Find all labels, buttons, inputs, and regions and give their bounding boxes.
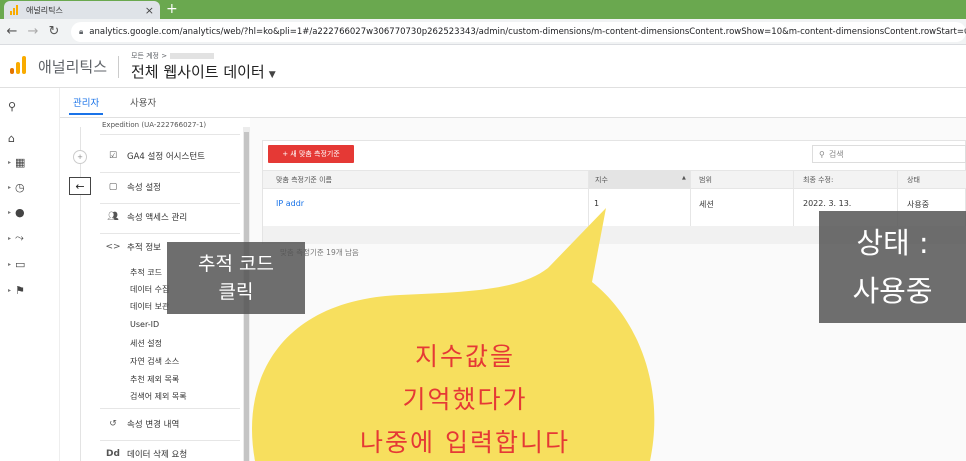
search-icon: ⚲: [819, 149, 825, 159]
callout-status-line2: 사용중: [852, 274, 933, 308]
column-header-name[interactable]: 맞춤 측정기준 이름: [276, 175, 332, 185]
behavior-icon[interactable]: ▸ ▭: [8, 257, 30, 271]
header-divider: [118, 56, 119, 78]
sub-item-search-term-exclusion[interactable]: 검색어 제외 목록: [130, 391, 187, 402]
history-icon: ↺: [109, 419, 117, 429]
nav-separator: [100, 408, 240, 409]
property-name: 전체 웹사이트 데이터: [131, 63, 265, 81]
browser-tab[interactable]: 애널리틱스 ×: [4, 1, 160, 19]
back-arrow-button[interactable]: ←: [69, 177, 91, 195]
add-circle-icon[interactable]: +: [73, 150, 87, 164]
callout-track-line2: 클릭: [218, 281, 254, 303]
account-breadcrumb[interactable]: 모든 계정 >: [131, 51, 215, 61]
back-arrow-icon[interactable]: ←: [3, 24, 21, 39]
sub-item-session-settings[interactable]: 세션 설정: [130, 338, 162, 349]
search-icon[interactable]: ⚲: [8, 99, 30, 113]
left-rail: ⚲ ⌂ ▸ ▦ ▸ ◷ ▸ ● ▸ ⤳ ▸ ▭ ▸ ⚑: [0, 88, 60, 461]
caret-down-icon: ▼: [268, 70, 276, 80]
browser-tab-strip: 애널리틱스 × +: [0, 0, 966, 19]
column-header-scope[interactable]: 범위: [699, 175, 712, 185]
url-input[interactable]: 🔒︎ analytics.google.com/analytics/web/?h…: [71, 21, 966, 42]
dimension-index: 1: [594, 199, 600, 208]
sub-item-data-retention[interactable]: 데이터 보관: [130, 301, 169, 312]
conversions-flag-icon[interactable]: ▸ ⚑: [8, 283, 30, 297]
nav-item-property-settings[interactable]: ▢ 속성 설정: [105, 181, 161, 193]
nav-item-ga4-assistant[interactable]: ☑ GA4 설정 어시스턴트: [105, 150, 205, 162]
nav-separator: [100, 203, 240, 204]
nav-separator: [100, 440, 240, 441]
nav-separator: [100, 134, 240, 135]
browser-tab-title: 애널리틱스: [26, 5, 63, 15]
url-text: analytics.google.com/analytics/web/?hl=k…: [89, 26, 966, 37]
nav-separator: [100, 172, 240, 173]
column-divider: [690, 170, 691, 226]
dimension-modified: 2022. 3. 13.: [803, 199, 852, 208]
bubble-text-line1: 지수값을: [414, 342, 515, 371]
app-name: 애널리틱스: [38, 58, 108, 76]
bubble-text-line3: 나중에 입력합니다: [360, 428, 570, 457]
callout-track-line1: 추적 코드: [198, 253, 274, 275]
dimension-scope: 세션: [699, 200, 714, 209]
address-bar: ← → ↻ 🔒︎ analytics.google.com/analytics/…: [0, 19, 966, 45]
reload-icon[interactable]: ↻: [45, 24, 63, 39]
window-icon: ▢: [108, 182, 118, 192]
nav-separator: [100, 233, 240, 234]
dimension-status: 사용중: [907, 200, 930, 209]
column-header-modified[interactable]: 최종 수정:: [803, 175, 833, 185]
nav-item-change-history[interactable]: ↺ 속성 변경 내역: [105, 418, 179, 430]
sub-item-user-id[interactable]: User-ID: [130, 320, 159, 329]
nav-item-tracking-info[interactable]: <> 추적 정보: [105, 241, 161, 253]
admin-tabs: 관리자 사용자: [60, 88, 966, 118]
callout-status-line1: 상태 :: [856, 226, 929, 260]
close-tab-icon[interactable]: ×: [145, 4, 154, 17]
realtime-icon[interactable]: ▸ ◷: [8, 180, 30, 194]
checkbox-icon: ☑: [108, 151, 118, 161]
people-icon: 👥︎: [107, 212, 119, 222]
tab-admin[interactable]: 관리자: [68, 95, 104, 115]
bubble-text-line2: 기억했다가: [402, 385, 528, 414]
tab-users[interactable]: 사용자: [130, 95, 156, 109]
column-divider: [793, 170, 794, 226]
lock-icon: 🔒︎: [79, 26, 84, 36]
code-icon: <>: [105, 242, 121, 252]
status-callout: 상태 : 사용중: [819, 211, 966, 323]
sub-item-organic-sources[interactable]: 자연 검색 소스: [130, 356, 179, 367]
search-input[interactable]: ⚲ 검색: [812, 145, 966, 163]
column-header-index[interactable]: 지수: [595, 175, 608, 185]
property-id-text: Expedition (UA-222766027-1): [102, 121, 207, 129]
acquisition-icon[interactable]: ▸ ⤳: [8, 231, 30, 245]
column-divider: [588, 170, 589, 226]
sort-asc-icon: ▲: [682, 175, 686, 181]
dd-icon: Dd: [106, 449, 120, 459]
property-selector[interactable]: 전체 웹사이트 데이터 ▼: [131, 61, 276, 82]
tracking-code-callout: 추적 코드 클릭: [167, 242, 305, 314]
new-tab-button[interactable]: +: [166, 1, 178, 17]
home-icon[interactable]: ⌂: [8, 131, 30, 145]
sub-item-data-collection[interactable]: 데이터 수집: [130, 284, 169, 295]
new-custom-dimension-button[interactable]: + 새 맞춤 측정기준: [268, 145, 354, 163]
analytics-favicon-icon: [10, 5, 20, 15]
sub-item-tracking-code[interactable]: 추적 코드: [130, 267, 162, 278]
audience-icon[interactable]: ▸ ●: [8, 205, 30, 219]
dimension-name-link[interactable]: IP addr: [276, 199, 304, 208]
ga-header: 애널리틱스 모든 계정 > 전체 웹사이트 데이터 ▼: [0, 46, 966, 88]
nav-item-data-deletion[interactable]: Dd 데이터 삭제 요청: [105, 448, 187, 460]
analytics-logo-icon: [10, 56, 26, 74]
forward-arrow-icon[interactable]: →: [24, 24, 42, 39]
column-header-status[interactable]: 상태: [907, 175, 920, 185]
sub-item-referral-exclusion[interactable]: 추천 제외 목록: [130, 374, 179, 385]
customize-icon[interactable]: ▸ ▦: [8, 155, 30, 169]
nav-item-access-management[interactable]: 👥︎ 속성 액세스 관리: [105, 211, 187, 223]
